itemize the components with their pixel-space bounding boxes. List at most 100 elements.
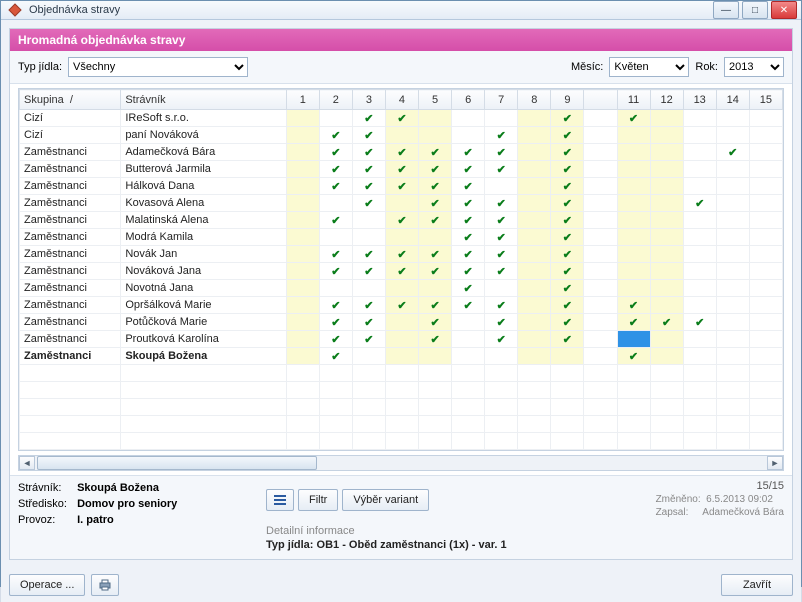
grid-cell[interactable] [584,178,617,195]
grid-cell[interactable] [683,178,716,195]
grid-cell[interactable] [749,229,782,246]
grid-cell[interactable] [485,348,518,365]
cell-group[interactable]: Cizí [20,127,121,144]
col-header-day[interactable]: 4 [385,90,418,110]
grid-cell[interactable] [518,297,551,314]
grid-cell[interactable] [584,161,617,178]
grid-cell[interactable]: ✔ [452,161,485,178]
grid-cell[interactable] [286,348,319,365]
grid-cell[interactable]: ✔ [319,212,352,229]
grid-cell[interactable] [584,246,617,263]
cell-name[interactable]: Proutková Karolína [121,331,286,348]
grid-cell[interactable] [419,348,452,365]
col-header-day[interactable]: 7 [485,90,518,110]
cell-group[interactable]: Zaměstnanci [20,263,121,280]
grid-cell[interactable] [716,110,749,127]
grid-cell[interactable] [650,297,683,314]
grid-cell[interactable]: ✔ [485,297,518,314]
grid-cell[interactable] [286,314,319,331]
grid[interactable]: Skupina / Strávník 1234567891112131415 C… [18,88,784,451]
grid-cell[interactable]: ✔ [551,178,584,195]
grid-cell[interactable] [518,178,551,195]
grid-cell[interactable] [683,280,716,297]
grid-cell[interactable]: ✔ [617,314,650,331]
cell-group[interactable]: Zaměstnanci [20,212,121,229]
grid-cell[interactable] [286,263,319,280]
grid-cell[interactable] [650,144,683,161]
grid-cell[interactable] [584,297,617,314]
grid-cell[interactable] [716,229,749,246]
grid-cell[interactable]: ✔ [352,297,385,314]
grid-cell[interactable] [749,144,782,161]
grid-cell[interactable] [683,144,716,161]
grid-cell[interactable] [650,348,683,365]
grid-cell[interactable] [650,263,683,280]
grid-cell[interactable]: ✔ [419,161,452,178]
cell-name[interactable]: Kovasová Alena [121,195,286,212]
grid-cell[interactable] [419,280,452,297]
grid-cell[interactable] [716,348,749,365]
grid-cell[interactable] [584,331,617,348]
grid-cell[interactable]: ✔ [551,297,584,314]
grid-cell[interactable]: ✔ [385,246,418,263]
grid-cell[interactable]: ✔ [419,314,452,331]
grid-cell[interactable]: ✔ [551,229,584,246]
grid-cell[interactable]: ✔ [419,297,452,314]
grid-cell[interactable] [716,263,749,280]
col-header-day[interactable]: 9 [551,90,584,110]
cell-name[interactable]: IReSoft s.r.o. [121,110,286,127]
grid-cell[interactable] [617,246,650,263]
grid-cell[interactable]: ✔ [683,314,716,331]
col-header-group[interactable]: Skupina / [20,90,121,110]
grid-cell[interactable]: ✔ [419,178,452,195]
grid-cell[interactable] [319,195,352,212]
grid-cell[interactable]: ✔ [319,348,352,365]
grid-cell[interactable]: ✔ [419,246,452,263]
grid-cell[interactable]: ✔ [617,297,650,314]
grid-cell[interactable]: ✔ [319,178,352,195]
grid-cell[interactable] [650,161,683,178]
grid-cell[interactable] [452,331,485,348]
grid-cell[interactable]: ✔ [385,144,418,161]
grid-cell[interactable] [749,127,782,144]
grid-cell[interactable]: ✔ [385,161,418,178]
grid-cell[interactable] [385,331,418,348]
grid-cell[interactable]: ✔ [419,212,452,229]
grid-cell[interactable]: ✔ [452,178,485,195]
grid-cell[interactable]: ✔ [319,246,352,263]
grid-cell[interactable] [352,280,385,297]
grid-cell[interactable] [716,127,749,144]
cell-group[interactable]: Zaměstnanci [20,195,121,212]
grid-cell[interactable] [485,280,518,297]
variants-button[interactable]: Výběr variant [342,489,429,511]
grid-cell[interactable]: ✔ [385,297,418,314]
grid-cell[interactable]: ✔ [385,212,418,229]
grid-cell[interactable]: ✔ [419,263,452,280]
cell-name[interactable]: Opršálková Marie [121,297,286,314]
grid-cell[interactable] [584,314,617,331]
grid-cell[interactable]: ✔ [452,144,485,161]
grid-cell[interactable]: ✔ [319,127,352,144]
grid-cell[interactable]: ✔ [352,195,385,212]
grid-cell[interactable]: ✔ [551,127,584,144]
grid-cell[interactable]: ✔ [551,280,584,297]
grid-cell[interactable] [749,195,782,212]
grid-cell[interactable] [617,229,650,246]
mealtype-select[interactable]: Všechny [68,57,248,77]
grid-cell[interactable]: ✔ [551,144,584,161]
grid-cell[interactable] [584,110,617,127]
grid-cell[interactable] [518,280,551,297]
grid-cell[interactable]: ✔ [551,263,584,280]
grid-cell[interactable]: ✔ [485,229,518,246]
grid-cell[interactable]: ✔ [551,161,584,178]
grid-cell[interactable] [749,297,782,314]
grid-cell[interactable]: ✔ [352,178,385,195]
col-header-day[interactable]: 3 [352,90,385,110]
grid-cell[interactable] [749,161,782,178]
grid-cell[interactable] [518,212,551,229]
minimize-button[interactable]: — [713,1,739,19]
grid-cell[interactable] [485,178,518,195]
grid-cell[interactable] [518,314,551,331]
grid-cell[interactable] [352,212,385,229]
scroll-right-icon[interactable]: ► [767,456,783,470]
